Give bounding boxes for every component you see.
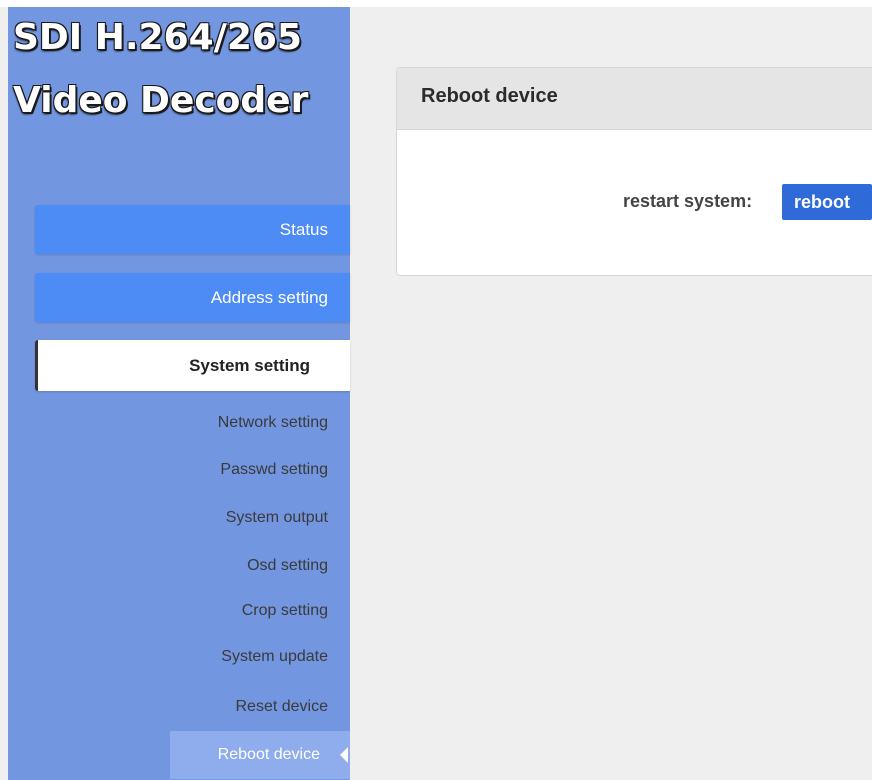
brand-title-line2: Video Decoder — [13, 80, 309, 121]
sidebar-item-reset-device[interactable]: Reset device — [35, 695, 350, 719]
sidebar-item-network-setting[interactable]: Network setting — [35, 411, 350, 435]
nav-address-setting-button[interactable]: Address setting — [35, 273, 350, 322]
sidebar-item-system-output[interactable]: System output — [35, 506, 350, 530]
nav-status-button[interactable]: Status — [35, 205, 350, 254]
sidebar-item-osd-setting[interactable]: Osd setting — [35, 554, 350, 578]
panel-title: Reboot device — [421, 85, 558, 107]
top-strip — [0, 0, 872, 7]
brand-title-line1: SDI H.264/265 — [13, 17, 302, 58]
panel-header: Reboot device — [397, 68, 872, 130]
reboot-button[interactable]: reboot — [782, 184, 872, 220]
sidebar-item-crop-setting[interactable]: Crop setting — [35, 599, 350, 623]
sidebar-item-reboot-device[interactable]: Reboot device — [170, 731, 350, 779]
nav-system-setting-button[interactable]: System setting — [35, 340, 350, 391]
sidebar-item-passwd-setting[interactable]: Passwd setting — [35, 458, 350, 482]
restart-system-label: restart system: — [623, 191, 753, 211]
reboot-panel: Reboot device restart system: reboot — [396, 67, 872, 276]
active-indicator-arrow-icon — [340, 747, 348, 763]
sidebar-item-system-update[interactable]: System update — [35, 645, 350, 669]
